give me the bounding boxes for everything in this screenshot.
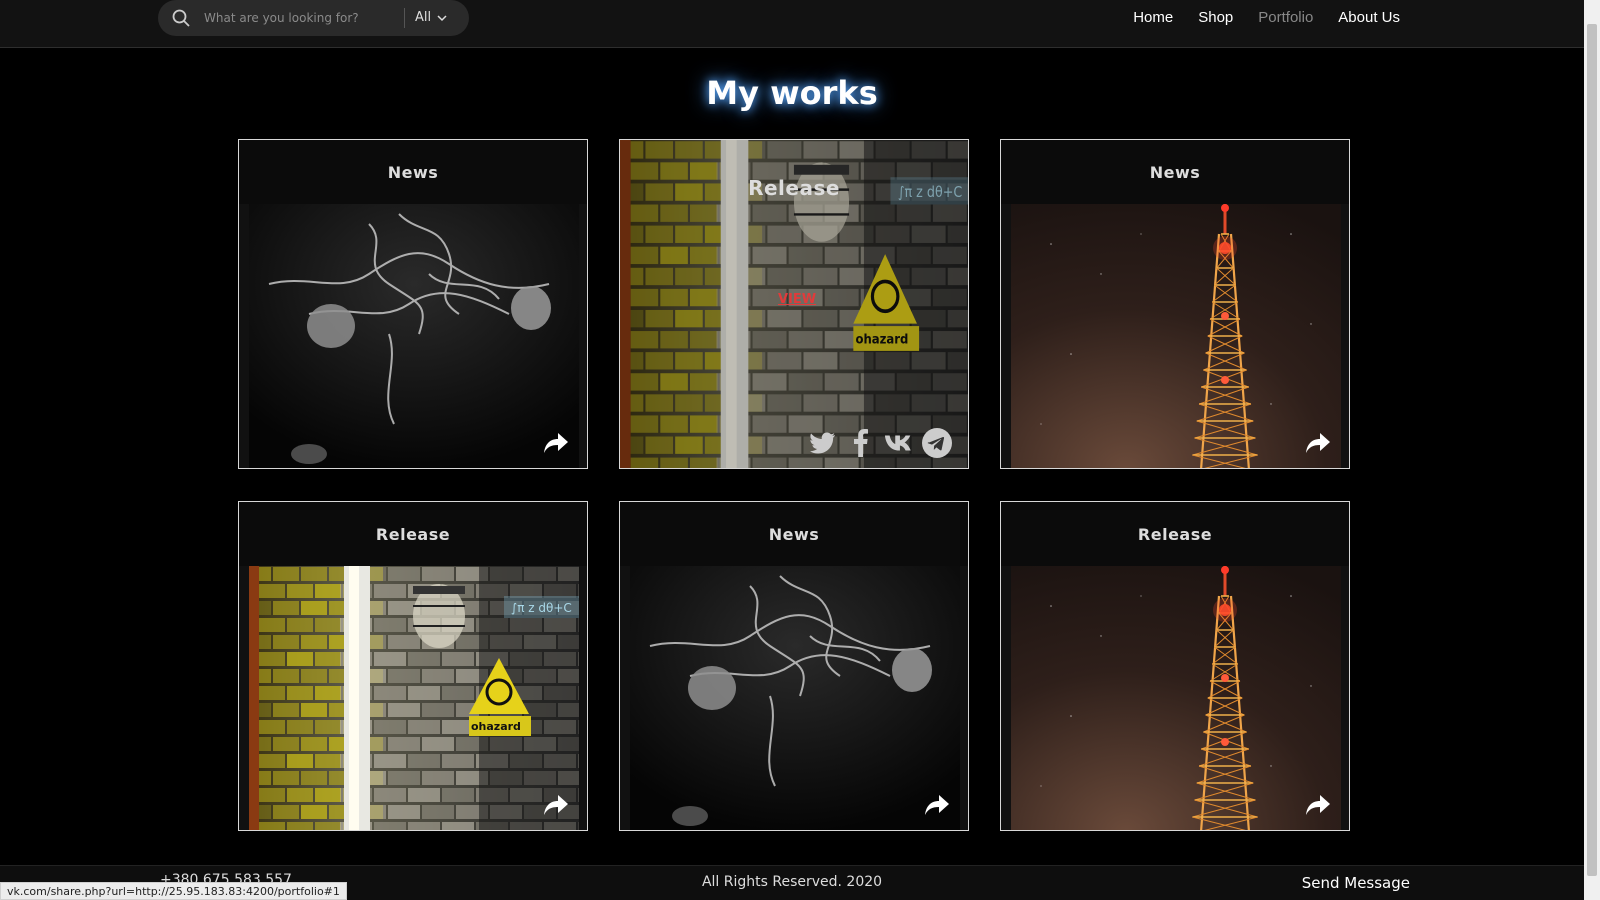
main-nav: Home Shop Portfolio About Us xyxy=(1133,9,1400,26)
share-icon[interactable] xyxy=(1305,794,1331,816)
share-icon[interactable] xyxy=(924,794,950,816)
portfolio-card[interactable]: ∫π z dθ+C ohazard Release xyxy=(238,501,588,831)
portfolio-card[interactable]: News xyxy=(238,139,588,469)
card-image[interactable] xyxy=(1011,204,1341,468)
card-image[interactable] xyxy=(630,566,960,830)
share-icon[interactable] xyxy=(1305,432,1331,454)
card-title: News xyxy=(620,502,968,566)
search-filter-label: All xyxy=(415,10,432,25)
search-bar: All xyxy=(158,0,554,36)
search-divider xyxy=(404,8,405,28)
chevron-down-icon xyxy=(437,14,447,21)
card-title: Release xyxy=(239,502,587,566)
card-title: Release xyxy=(748,176,840,200)
facebook-icon[interactable] xyxy=(846,428,876,458)
share-icon[interactable] xyxy=(543,794,569,816)
portfolio-card[interactable]: News xyxy=(619,501,969,831)
send-message-link[interactable]: Send Message xyxy=(1302,874,1410,892)
top-navbar: All Home Shop Portfolio About Us xyxy=(0,0,1584,48)
card-title: Release xyxy=(1001,502,1349,566)
svg-text:∫π z dθ+C: ∫π z dθ+C xyxy=(511,601,572,615)
card-title: News xyxy=(1001,140,1349,204)
portfolio-card[interactable]: News xyxy=(1000,139,1350,469)
nav-portfolio[interactable]: Portfolio xyxy=(1258,9,1313,26)
scrollbar[interactable] xyxy=(1584,0,1600,900)
share-social-links xyxy=(808,428,952,458)
portfolio-card[interactable]: Release xyxy=(1000,501,1350,831)
search-icon[interactable] xyxy=(171,8,191,28)
scrollbar-thumb[interactable] xyxy=(1587,24,1597,876)
telegram-icon[interactable] xyxy=(922,428,952,458)
share-icon[interactable] xyxy=(543,432,569,454)
card-title: News xyxy=(239,140,587,204)
card-image[interactable] xyxy=(249,204,579,468)
nav-about-us[interactable]: About Us xyxy=(1338,9,1400,26)
search-filter-select[interactable]: All xyxy=(415,8,447,28)
card-image[interactable] xyxy=(1011,566,1341,830)
vk-icon[interactable] xyxy=(884,428,914,458)
portfolio-card[interactable]: ∫π z dθ+C ohazard Release VIEW xyxy=(619,139,969,469)
biohazard-sign-text: ohazard xyxy=(471,720,521,733)
twitter-icon[interactable] xyxy=(808,428,838,458)
nav-shop[interactable]: Shop xyxy=(1198,9,1233,26)
nav-home[interactable]: Home xyxy=(1133,9,1173,26)
card-image[interactable]: ∫π z dθ+C ohazard xyxy=(239,566,587,830)
page-title: My works xyxy=(706,74,878,112)
status-bar-url: vk.com/share.php?url=http://25.95.183.83… xyxy=(0,882,347,900)
search-input[interactable] xyxy=(204,8,554,28)
view-link[interactable]: VIEW xyxy=(778,292,816,307)
